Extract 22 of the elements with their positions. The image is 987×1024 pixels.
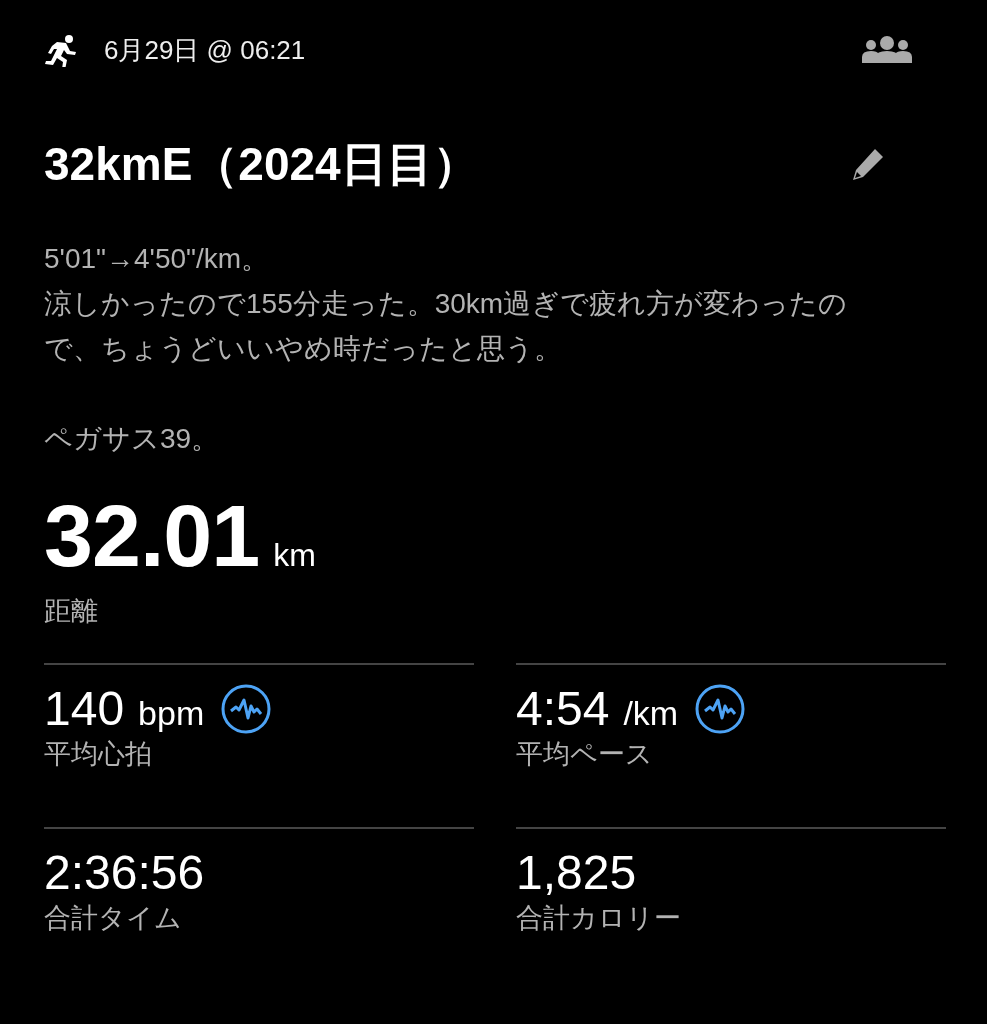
stat-unit: /km: [623, 694, 679, 733]
stat-value: 1,825: [516, 845, 637, 900]
heartbeat-chart-icon[interactable]: [220, 682, 273, 735]
stat-label: 合計タイム: [44, 902, 183, 935]
distance-label: 距離: [44, 595, 99, 628]
group-icon[interactable]: [861, 36, 913, 64]
activity-title: 32kmE（2024日目）: [44, 137, 480, 192]
running-person-icon: [44, 33, 78, 67]
stat-value: 4:54: [516, 681, 610, 736]
note-text: 5'01"→4'50"/km。: [44, 242, 271, 276]
stat-label: 平均ペース: [516, 738, 654, 771]
heartbeat-chart-icon[interactable]: [694, 682, 747, 735]
stat-label: 合計カロリー: [516, 902, 682, 935]
note-text: ペガサス39。: [44, 422, 221, 456]
activity-date: 6月29日 @ 06:21: [104, 33, 306, 67]
stat-label: 平均心拍: [44, 738, 153, 771]
stat-value: 2:36:56: [44, 845, 205, 900]
distance-value: 32.01: [44, 485, 260, 587]
stat-unit: bpm: [138, 694, 205, 733]
distance-unit: km: [273, 537, 316, 574]
note-text: 涼しかったので155分走った。30km過ぎで疲れ方が変わったので、ちょうどいいやめ時だったと思う。: [44, 287, 849, 366]
stat-value: 140: [44, 681, 125, 736]
